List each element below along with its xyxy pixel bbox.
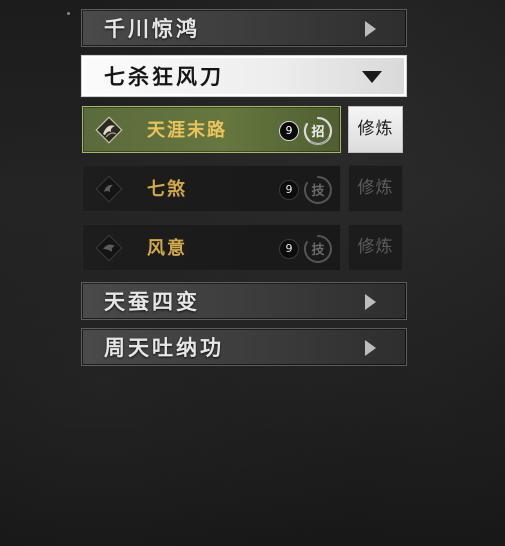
- skill-level-badge: 9: [279, 180, 299, 200]
- brush-circle-icon: 技: [304, 176, 332, 204]
- arrow-right-icon: [365, 21, 376, 37]
- skill-row-fengyi[interactable]: 风意 9 技: [82, 224, 341, 271]
- train-button-tianya-molu[interactable]: 修炼: [348, 106, 403, 153]
- skill-row-qisha[interactable]: 七煞 9 技: [82, 165, 341, 212]
- brush-circle-icon: 技: [304, 235, 332, 263]
- category-qianchuan-jinghong[interactable]: 千川惊鸿: [81, 9, 407, 47]
- arrow-down-icon: [362, 71, 382, 83]
- category-tiancan-sibian[interactable]: 天蚕四变: [81, 282, 407, 320]
- decorative-speck: [67, 12, 70, 15]
- category-zhoutian-tunagong[interactable]: 周天吐纳功: [81, 328, 407, 366]
- skill-level-badge: 9: [279, 239, 299, 259]
- skill-name: 风意: [147, 238, 187, 259]
- skill-panel: 千川惊鸿 七杀狂风刀 天涯末路 9 招 修炼 七煞 9 技 修炼 风意 9 技 …: [0, 0, 505, 546]
- skill-row-tianya-molu[interactable]: 天涯末路 9 招: [82, 106, 341, 153]
- category-label: 千川惊鸿: [104, 17, 200, 41]
- arrow-right-icon: [365, 340, 376, 356]
- skill-name: 天涯末路: [147, 120, 227, 141]
- skill-name: 七煞: [147, 179, 187, 200]
- brush-circle-icon: 招: [303, 116, 333, 146]
- swirl-emblem-icon: [95, 116, 123, 144]
- skill-type-label: 技: [311, 242, 325, 258]
- skill-type-label: 招: [311, 124, 324, 140]
- category-qisha-kuangfengdao[interactable]: 七杀狂风刀: [81, 55, 407, 97]
- skill-type-label: 技: [311, 183, 325, 199]
- category-label: 周天吐纳功: [104, 336, 224, 360]
- arrow-right-icon: [365, 294, 376, 310]
- swirl-emblem-icon: [95, 175, 123, 203]
- train-button-qisha[interactable]: 修炼: [348, 165, 403, 212]
- category-label: 天蚕四变: [104, 290, 200, 314]
- skill-level-badge: 9: [279, 121, 299, 141]
- category-label: 七杀狂风刀: [104, 65, 224, 89]
- train-button-fengyi[interactable]: 修炼: [348, 224, 403, 271]
- swirl-emblem-icon: [95, 234, 123, 262]
